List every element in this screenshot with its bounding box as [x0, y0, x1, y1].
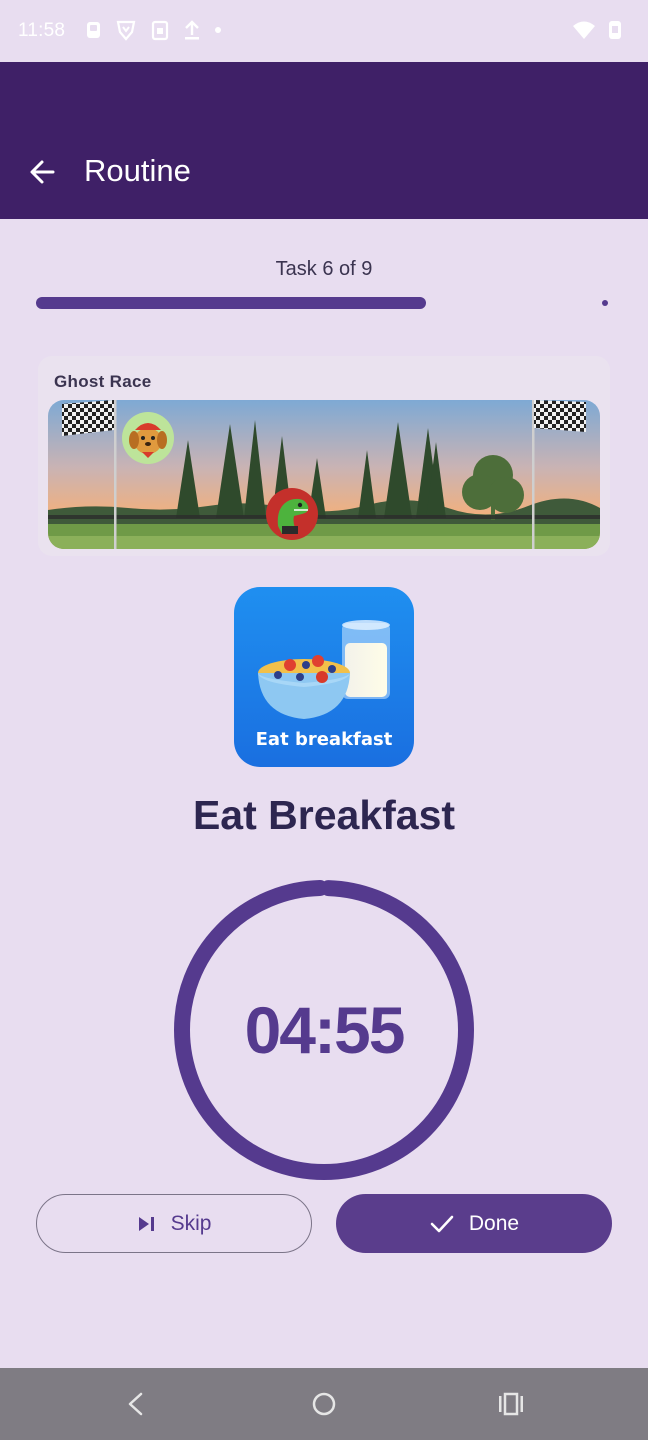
ghost-race-track — [48, 400, 600, 549]
wifi-icon — [573, 21, 595, 39]
nav-home-button[interactable] — [306, 1386, 342, 1422]
app-bar: Routine — [0, 62, 648, 219]
battery-icon — [609, 21, 621, 39]
notification-icon — [87, 22, 100, 38]
system-nav-bar — [0, 1368, 648, 1440]
check-icon — [430, 1215, 454, 1232]
timer-value: 04:55 — [244, 993, 406, 1067]
upload-icon — [185, 20, 199, 40]
recents-nav-icon — [499, 1392, 523, 1416]
ghost-race-card: Ghost Race — [38, 356, 610, 556]
ghost-avatar-dog — [122, 412, 174, 464]
home-nav-icon — [312, 1392, 336, 1416]
done-button[interactable]: Done — [336, 1194, 612, 1253]
arrow-left-icon — [30, 160, 55, 184]
task-image-tile: Eat breakfast — [234, 587, 414, 767]
task-name: Eat Breakfast — [192, 792, 456, 838]
page-title: Routine — [84, 153, 191, 188]
back-nav-icon — [128, 1392, 143, 1416]
nav-back-button[interactable] — [118, 1386, 154, 1422]
task-progress-label: Task 6 of 9 — [275, 258, 373, 280]
clipboard-icon — [151, 20, 169, 41]
skip-button[interactable]: Skip — [36, 1194, 312, 1253]
status-bar: 11:58 — [0, 0, 648, 62]
task-progress-fill — [36, 297, 426, 309]
ghost-race-title: Ghost Race — [54, 372, 152, 391]
task-tile-caption: Eat breakfast — [255, 729, 393, 750]
player-avatar-dino — [266, 488, 318, 540]
skip-button-label: Skip — [170, 1211, 212, 1235]
skip-next-icon — [138, 1216, 154, 1231]
countdown-timer: 04:55 — [174, 880, 474, 1180]
dot-icon — [215, 27, 221, 33]
nav-recents-button[interactable] — [493, 1386, 529, 1422]
done-button-label: Done — [468, 1211, 520, 1235]
status-time: 11:58 — [18, 20, 66, 41]
brave-icon — [116, 20, 136, 41]
task-progress-end-dot — [602, 300, 608, 306]
task-progress-bar — [36, 297, 610, 309]
back-button[interactable] — [24, 154, 60, 190]
